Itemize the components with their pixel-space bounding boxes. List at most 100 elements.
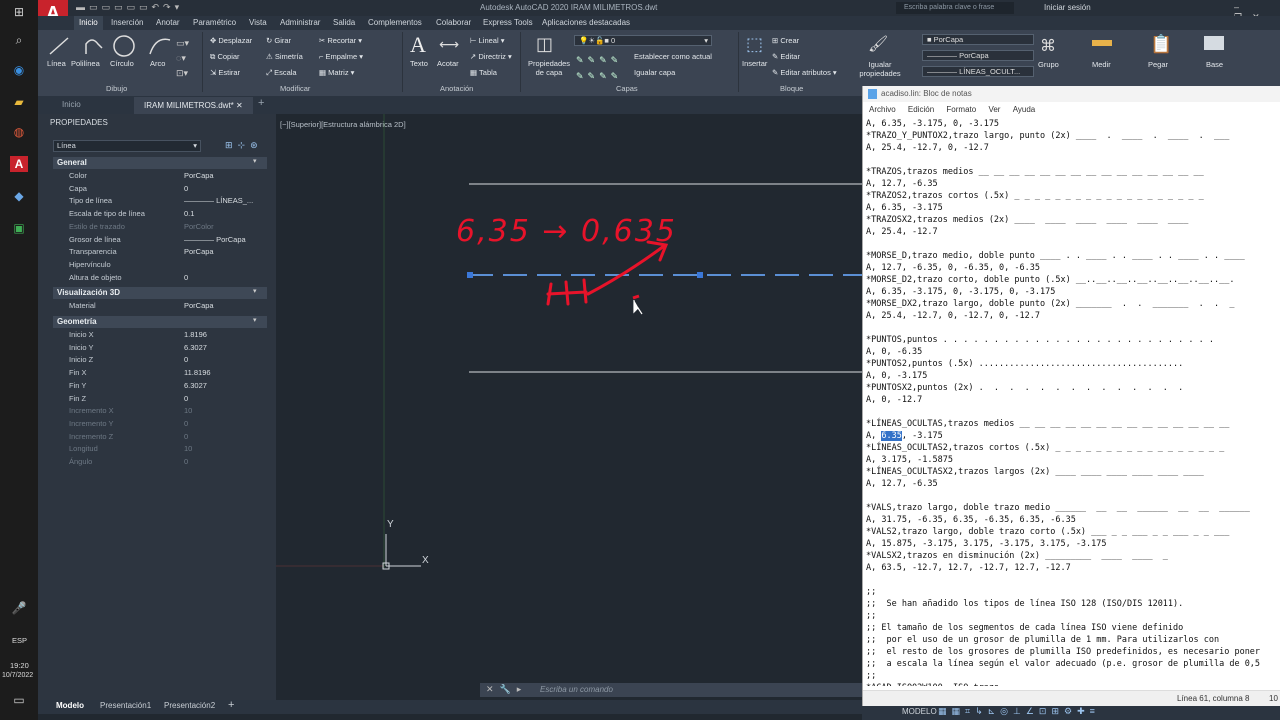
layout-tab-presentacion2[interactable]: Presentación2 — [164, 701, 215, 710]
text-icon[interactable]: A — [410, 32, 426, 58]
section-header[interactable]: General — [53, 157, 267, 169]
group-label-bloque[interactable]: Bloque — [780, 84, 803, 93]
group-button[interactable]: Grupo — [1038, 60, 1059, 69]
text-button[interactable]: Texto — [410, 59, 428, 68]
rotate-button[interactable]: ↻ Girar — [266, 36, 291, 45]
property-row[interactable]: Hipervínculo — [53, 259, 267, 272]
tab-colaborar[interactable]: Colaborar — [436, 18, 471, 27]
layer-dropdown[interactable]: 💡☀🔓■ 0 ▾ — [574, 35, 712, 46]
group-label-modificar[interactable]: Modificar — [280, 84, 310, 93]
measure-icon[interactable] — [1092, 40, 1112, 46]
draw-circle-button[interactable]: Círculo — [110, 59, 134, 68]
folder-icon[interactable]: ▰ — [10, 94, 28, 110]
base-button[interactable]: Base — [1206, 60, 1223, 69]
menu-formato[interactable]: Formato — [946, 105, 976, 114]
app-icon[interactable]: ◆ — [10, 188, 28, 204]
property-row[interactable]: Incremento Z 0 — [53, 431, 267, 444]
property-value[interactable]: 0 — [184, 354, 188, 366]
property-row[interactable]: Fin X 11.8196 — [53, 367, 267, 380]
chrome-icon[interactable]: ◍ — [10, 124, 28, 140]
property-row[interactable]: Transparencia PorCapa — [53, 246, 267, 259]
copy-button[interactable]: ⧉ Copiar — [210, 52, 240, 62]
property-value[interactable]: PorCapa — [184, 170, 214, 182]
tab-anotar[interactable]: Anotar — [156, 18, 180, 27]
notification-icon[interactable]: ▭ — [10, 692, 28, 708]
section-header[interactable]: Geometría — [53, 316, 267, 328]
property-row[interactable]: Color PorCapa — [53, 170, 267, 183]
property-row[interactable]: Inicio Y 6.3027 — [53, 342, 267, 355]
table-button[interactable]: ▦ Tabla — [470, 68, 497, 77]
edge-icon[interactable]: ◉ — [10, 62, 28, 78]
property-value[interactable]: 6.3027 — [184, 342, 207, 354]
close-tab-icon[interactable]: ✕ — [236, 101, 243, 110]
menu-archivo[interactable]: Archivo — [869, 105, 896, 114]
windows-start-icon[interactable]: ⊞ — [10, 4, 28, 20]
doc-tab-inicio[interactable]: Inicio — [62, 100, 81, 109]
tab-complementos[interactable]: Complementos — [368, 18, 422, 27]
lineweight-dropdown[interactable]: ———— PorCapa — [922, 50, 1034, 61]
property-row[interactable]: Fin Z 0 — [53, 393, 267, 406]
leader-button[interactable]: ↗ Directriz ▾ — [470, 52, 512, 61]
layer-tools-icons[interactable]: ✎✎✎✎ ✎✎✎✎ — [576, 52, 622, 84]
quick-access-toolbar[interactable]: ▬▭▭▭▭▭↶↷▾ — [76, 2, 183, 13]
property-row[interactable]: Incremento X 10 — [53, 405, 267, 418]
set-current-layer-button[interactable]: Establecer como actual — [634, 52, 712, 61]
layout-tab-presentacion1[interactable]: Presentación1 — [100, 701, 151, 710]
stretch-button[interactable]: ⇲ Estirar — [210, 68, 240, 77]
command-line[interactable]: ✕🔧▸ Escriba un comando — [480, 683, 862, 697]
property-value[interactable]: 11.8196 — [184, 367, 211, 379]
property-value[interactable]: ———— PorCapa — [184, 234, 246, 246]
group-label-anotacion[interactable]: Anotación — [440, 84, 473, 93]
property-value[interactable]: PorCapa — [184, 246, 214, 258]
group-label-dibujo[interactable]: Dibujo — [106, 84, 127, 93]
trim-button[interactable]: ✂ Recortar ▾ — [319, 36, 362, 45]
command-input[interactable]: Escriba un comando — [540, 685, 613, 694]
language-indicator[interactable]: ESP — [12, 636, 27, 645]
status-toggles-icons[interactable]: ▦▦⌗↳⊾◎⊥∠⊡⊞⚙✚≡ — [938, 706, 1100, 717]
property-value[interactable]: 0 — [184, 272, 188, 284]
selected-text[interactable]: 6.35 — [881, 431, 902, 441]
match-layer-button[interactable]: Igualar capa — [634, 68, 675, 77]
scale-button[interactable]: ⤢ Escala — [266, 68, 297, 78]
green-app-icon[interactable]: ▣ — [10, 220, 28, 236]
color-dropdown[interactable]: ■ PorCapa — [922, 34, 1034, 45]
notepad-text-area[interactable]: A, 6.35, -3.175, 0, -3.175 *TRAZO_Y_PUNTO… — [866, 118, 1278, 686]
move-button[interactable]: ✥ Desplazar — [210, 36, 252, 45]
group-icon[interactable]: ⌘ — [1040, 36, 1056, 56]
insert-button[interactable]: Insertar — [742, 59, 767, 68]
selection-tools-icons[interactable]: ⊞⊹⊛ — [225, 140, 263, 151]
dimension-icon[interactable]: ⟷ — [439, 36, 459, 53]
model-space-button[interactable]: MODELO — [902, 707, 937, 716]
property-value[interactable]: 0 — [184, 418, 188, 430]
property-row[interactable]: Fin Y 6.3027 — [53, 380, 267, 393]
collapse-arrow-icon[interactable]: ▾ — [253, 287, 257, 295]
tab-salida[interactable]: Salida — [333, 18, 355, 27]
draw-extra-icons[interactable]: ▭▾ ◌▾ ⊡▾ — [176, 36, 189, 81]
new-tab-icon[interactable]: + — [258, 97, 264, 109]
dimension-button[interactable]: Acotar — [437, 59, 459, 68]
property-row[interactable]: Altura de objeto 0 — [53, 272, 267, 285]
tab-insercion[interactable]: Inserción — [111, 18, 143, 27]
paste-button[interactable]: Pegar — [1148, 60, 1168, 69]
property-value[interactable]: PorColor — [184, 221, 214, 233]
collapse-arrow-icon[interactable]: ▾ — [253, 316, 257, 324]
search-icon[interactable]: ⌕ — [10, 32, 28, 48]
property-row[interactable]: Ángulo 0 — [53, 456, 267, 469]
property-row[interactable]: Inicio Z 0 — [53, 354, 267, 367]
menu-ayuda[interactable]: Ayuda — [1013, 105, 1036, 114]
tab-administrar[interactable]: Administrar — [280, 18, 320, 27]
property-value[interactable]: PorCapa — [184, 300, 214, 312]
property-value[interactable]: 0.1 — [184, 208, 194, 220]
object-type-dropdown[interactable]: Línea ▾ — [53, 140, 201, 152]
draw-line-button[interactable]: Línea — [47, 59, 66, 68]
login-link[interactable]: Iniciar sesión — [1044, 3, 1091, 12]
property-row[interactable]: Longitud 10 — [53, 443, 267, 456]
command-tools-icons[interactable]: ✕🔧▸ — [486, 684, 527, 695]
tab-inicio[interactable]: Inicio — [74, 16, 103, 30]
mirror-button[interactable]: ⚠ Simetría — [266, 52, 303, 61]
tab-aplicaciones-destacadas[interactable]: Aplicaciones destacadas — [542, 18, 630, 27]
property-value[interactable]: ———— LÍNEAS_... — [184, 195, 253, 207]
draw-arc-button[interactable]: Arco — [150, 59, 165, 68]
property-row[interactable]: Material PorCapa — [53, 300, 267, 313]
insert-block-icon[interactable]: ⬚ — [746, 34, 763, 55]
